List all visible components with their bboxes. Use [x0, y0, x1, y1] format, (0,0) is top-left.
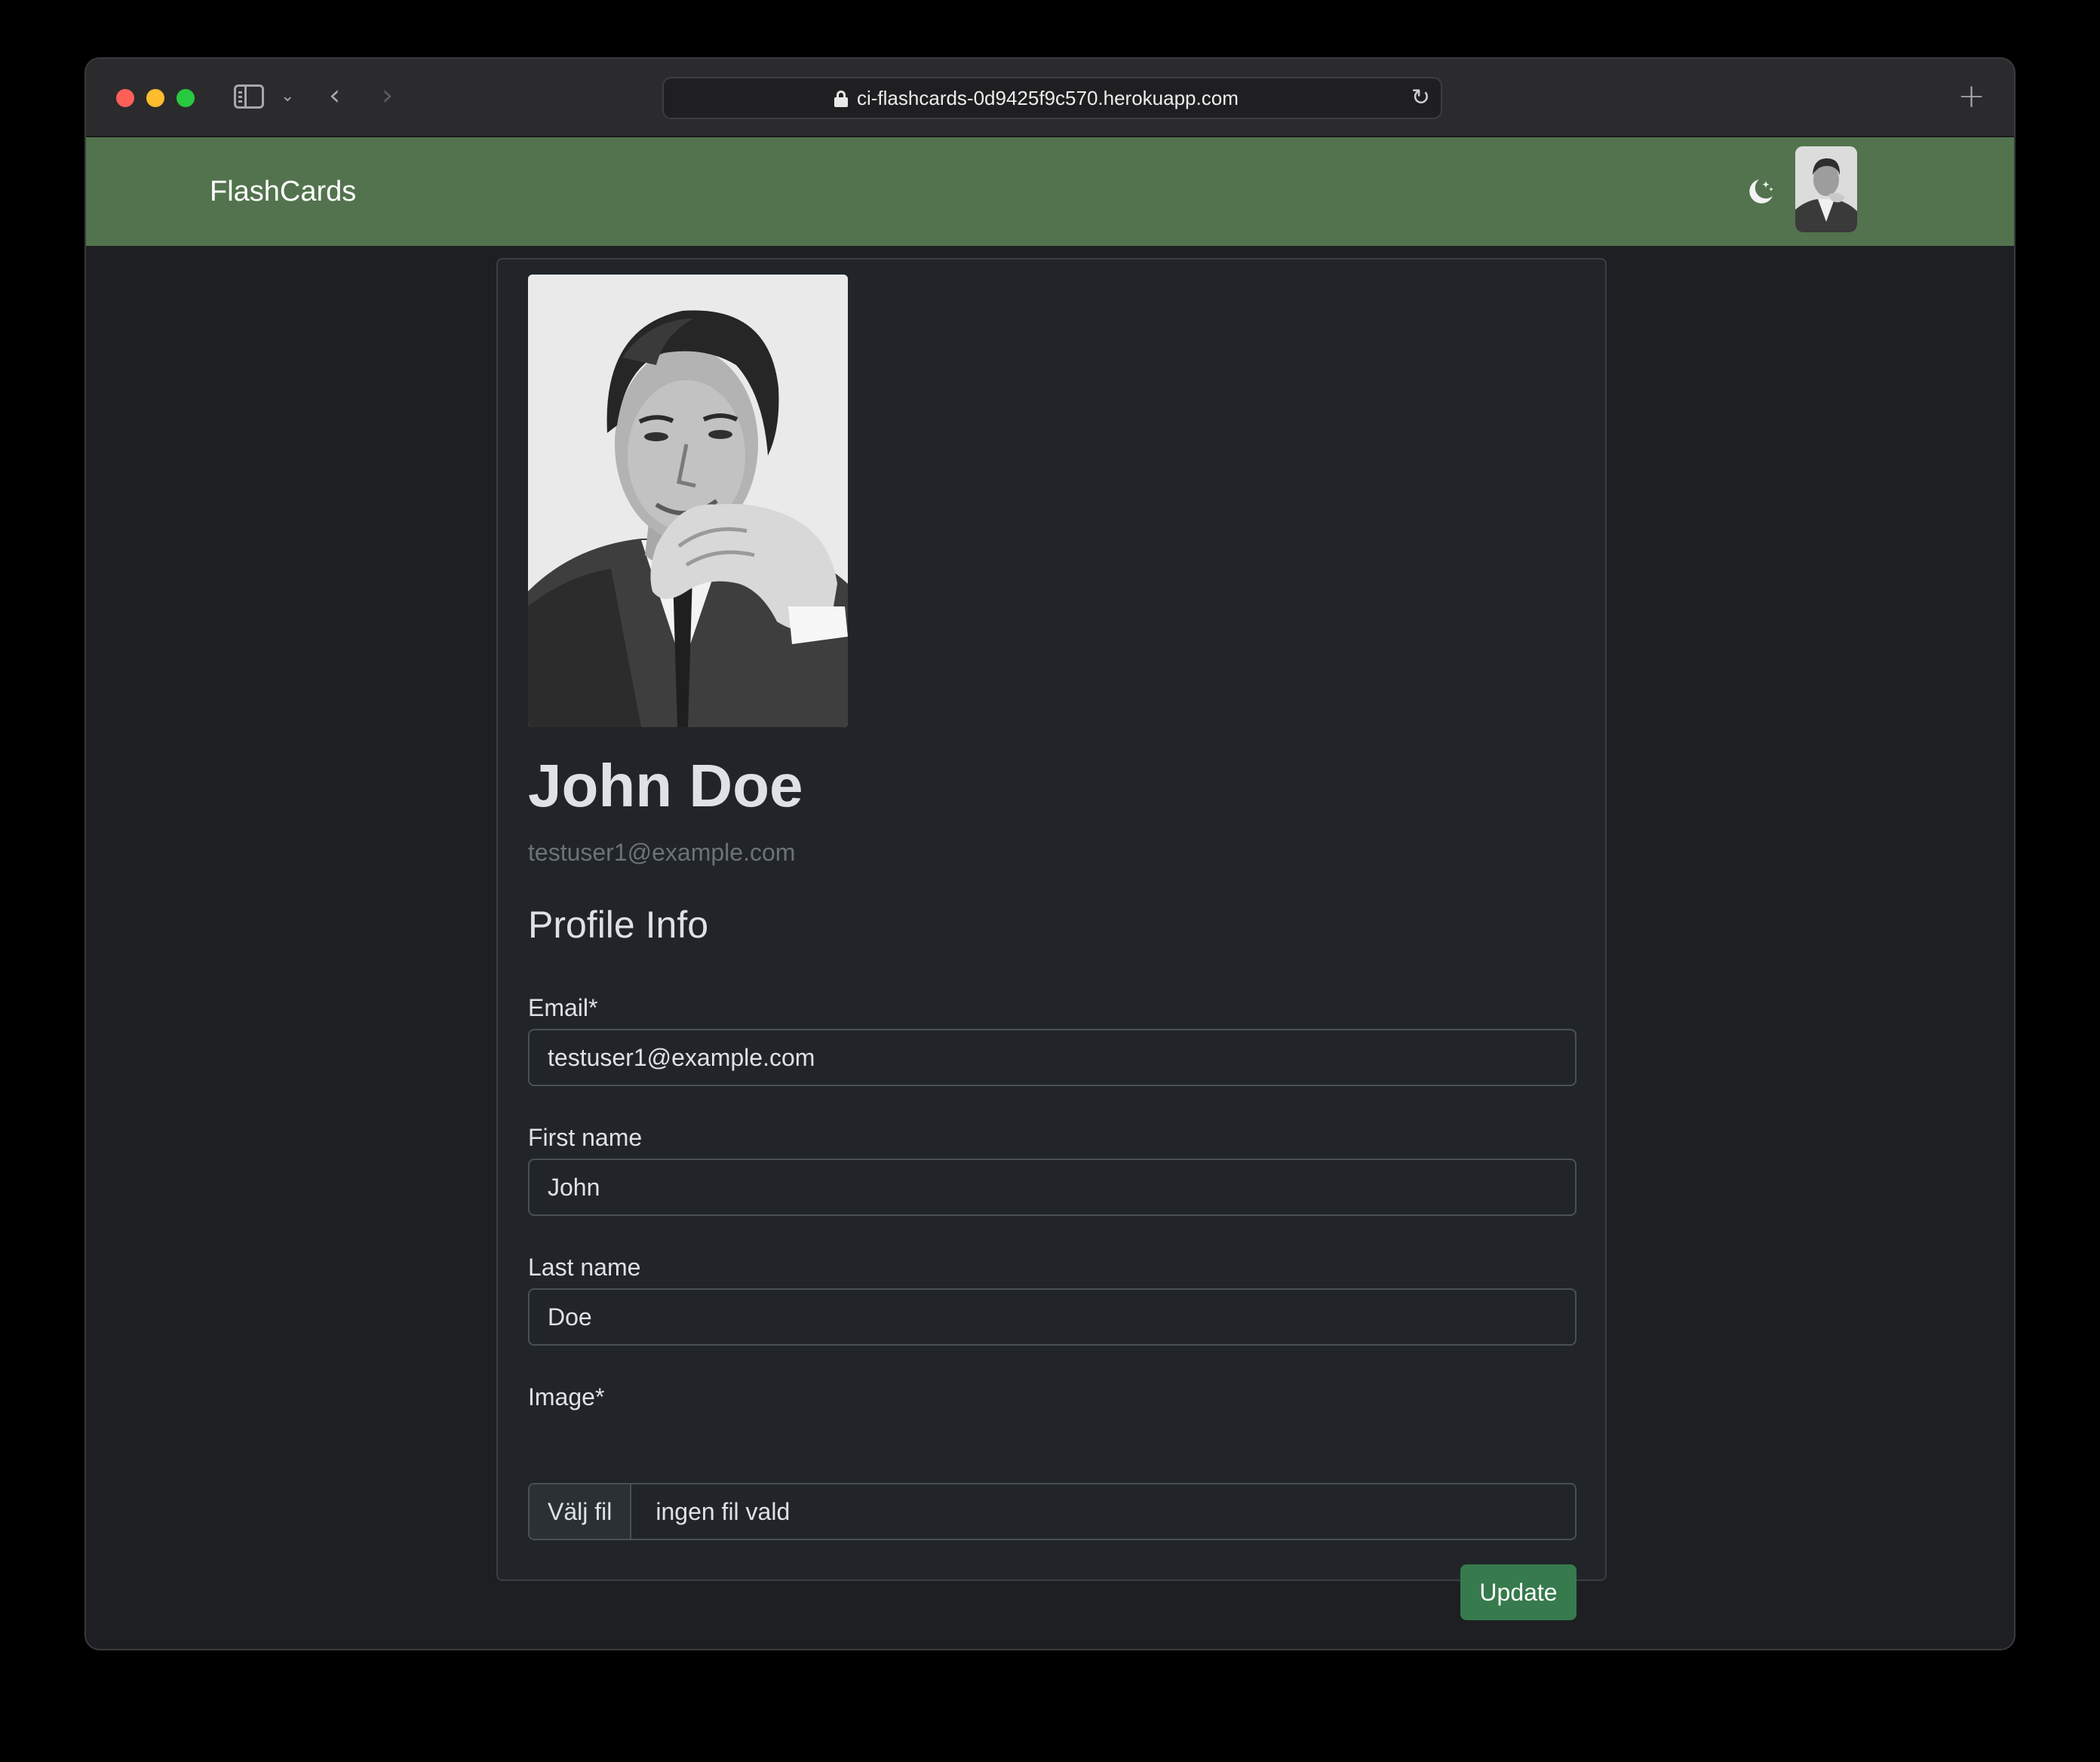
- last-name-label: Last name: [528, 1254, 641, 1281]
- url-text: ci-flashcards-0d9425f9c570.herokuapp.com: [857, 87, 1239, 109]
- last-name-field[interactable]: [528, 1288, 1577, 1346]
- app-navbar: FlashCards: [86, 137, 2014, 246]
- moon-stars-icon[interactable]: [1742, 173, 1779, 210]
- chevron-down-icon[interactable]: ⌄: [281, 84, 294, 109]
- reload-icon[interactable]: ↻: [1411, 83, 1430, 113]
- sidebar-toggle-icon[interactable]: [234, 84, 264, 109]
- profile-info-heading: Profile Info: [528, 904, 709, 946]
- first-name-field[interactable]: [528, 1159, 1577, 1216]
- first-name-label: First name: [528, 1124, 643, 1151]
- profile-card: John Doe testuser1@example.com Profile I…: [496, 258, 1607, 1620]
- profile-email: testuser1@example.com: [528, 839, 796, 866]
- email-field[interactable]: [528, 1029, 1577, 1086]
- lock-icon: [834, 91, 848, 107]
- minimize-window-button[interactable]: [146, 89, 164, 107]
- image-file-input[interactable]: Välj fil ingen fil vald: [528, 1483, 1577, 1540]
- browser-window: ⌄ ‹ › ci-flashcards-0d9425f9c570.herokua…: [84, 57, 2016, 1650]
- update-button[interactable]: Update: [1460, 1564, 1577, 1620]
- back-arrow-icon[interactable]: ‹: [329, 78, 340, 112]
- choose-file-button[interactable]: Välj fil: [530, 1484, 632, 1539]
- profile-photo: [528, 275, 848, 727]
- forward-arrow-icon[interactable]: ›: [382, 78, 393, 112]
- close-window-button[interactable]: [116, 89, 134, 107]
- new-tab-button[interactable]: +: [1957, 74, 1985, 119]
- email-label: Email*: [528, 994, 598, 1021]
- browser-toolbar: ⌄ ‹ › ci-flashcards-0d9425f9c570.herokua…: [86, 59, 2014, 137]
- profile-name: John Doe: [528, 752, 803, 819]
- zoom-window-button[interactable]: [177, 89, 195, 107]
- address-bar[interactable]: ci-flashcards-0d9425f9c570.herokuapp.com…: [662, 77, 1442, 119]
- image-label: Image*: [528, 1383, 605, 1411]
- file-status-text: ingen fil vald: [655, 1498, 791, 1525]
- brand-link[interactable]: FlashCards: [210, 137, 356, 246]
- user-avatar[interactable]: [1795, 146, 1857, 232]
